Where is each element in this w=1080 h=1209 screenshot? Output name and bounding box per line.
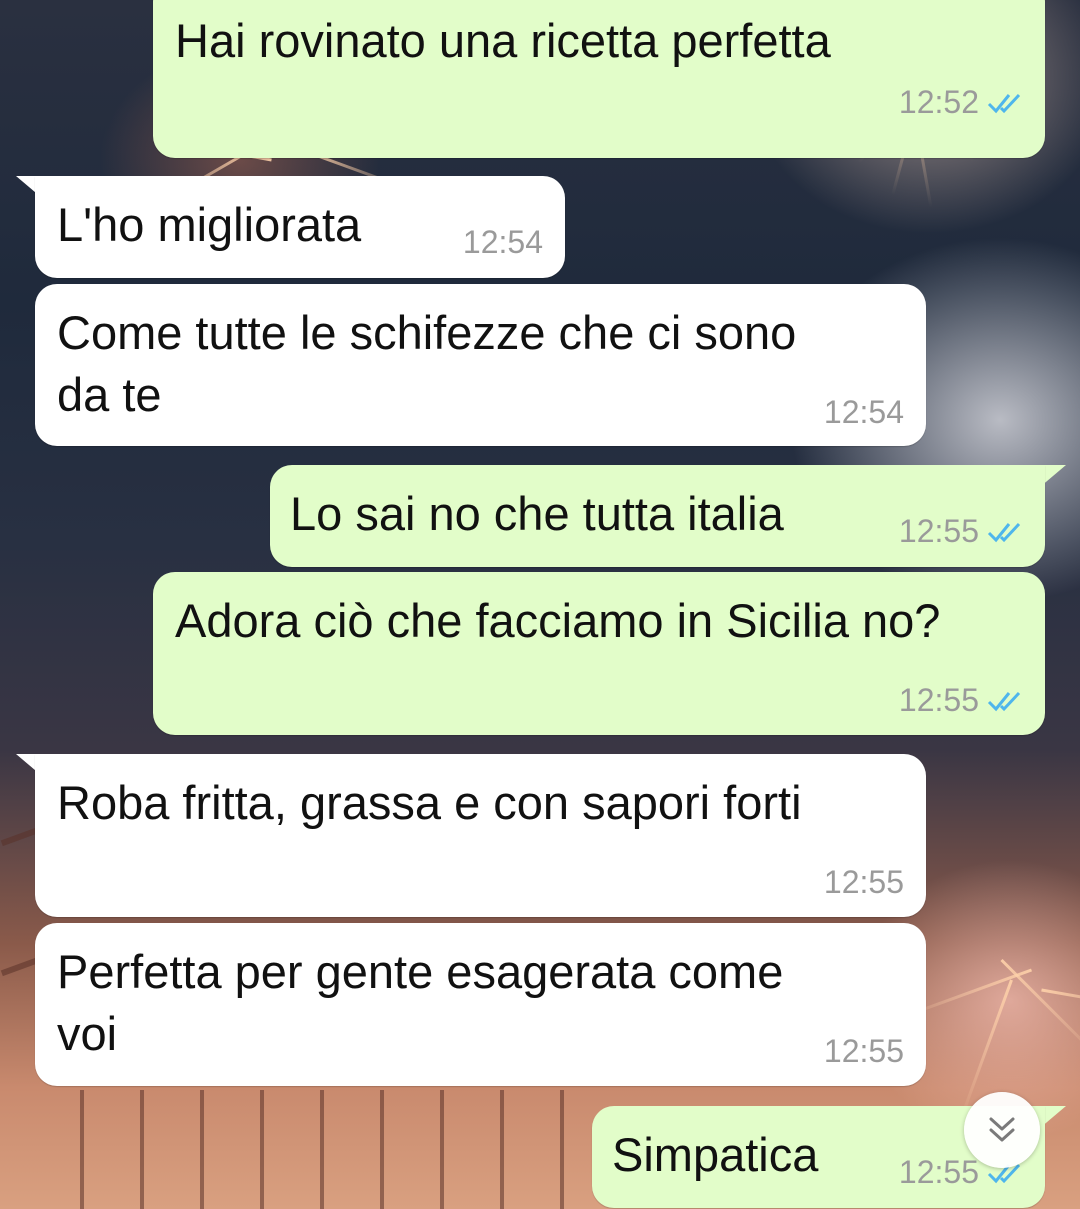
message-meta: 12:55 [899,682,1025,719]
message-bubble-incoming[interactable]: Roba fritta, grassa e con sapori forti 1… [35,754,926,917]
message-bubble-outgoing[interactable]: Hai rovinato una ricetta perfetta 12:52 [153,0,1045,158]
message-meta: 12:55 [824,864,904,901]
message-time: 12:55 [898,682,979,718]
message-bubble-incoming[interactable]: Perfetta per gente esagerata come voi 12… [35,923,926,1086]
message-meta: 12:52 [899,84,1025,121]
double-check-read-icon [987,522,1021,542]
message-time: 12:55 [898,513,979,549]
double-check-read-icon [987,691,1021,711]
message-time: 12:55 [898,1154,979,1190]
message-text: Roba fritta, grassa e con sapori forti [57,776,802,829]
message-text: Perfetta per gente esagerata come voi [57,945,784,1060]
message-meta: 12:54 [463,224,543,261]
message-time: 12:55 [823,1033,904,1069]
double-check-read-icon [987,93,1021,113]
message-bubble-incoming[interactable]: L'ho migliorata 12:54 [35,176,565,278]
chat-wallpaper: Hai rovinato una ricetta perfetta 12:52 … [0,0,1080,1209]
message-time: 12:55 [823,864,904,900]
message-text: Hai rovinato una ricetta perfetta [175,14,831,67]
message-text: Come tutte le schifezze che ci sono da t… [57,306,797,421]
message-text: Adora ciò che facciamo in Sicilia no? [175,594,941,647]
message-time: 12:52 [898,84,979,120]
scroll-to-bottom-button[interactable] [964,1092,1040,1168]
message-text: Lo sai no che tutta italia [290,487,784,540]
message-text: L'ho migliorata [57,198,362,251]
message-bubble-outgoing[interactable]: Adora ciò che facciamo in Sicilia no? 12… [153,572,1045,735]
message-bubble-incoming[interactable]: Come tutte le schifezze che ci sono da t… [35,284,926,446]
message-time: 12:54 [462,224,543,260]
message-text: Simpatica [612,1128,819,1181]
message-meta: 12:55 [899,513,1025,550]
double-chevron-down-icon [989,1117,1015,1142]
message-meta: 12:55 [824,1033,904,1070]
message-time: 12:54 [823,394,904,430]
message-bubble-outgoing[interactable]: Lo sai no che tutta italia 12:55 [270,465,1045,567]
message-meta: 12:54 [824,394,904,431]
